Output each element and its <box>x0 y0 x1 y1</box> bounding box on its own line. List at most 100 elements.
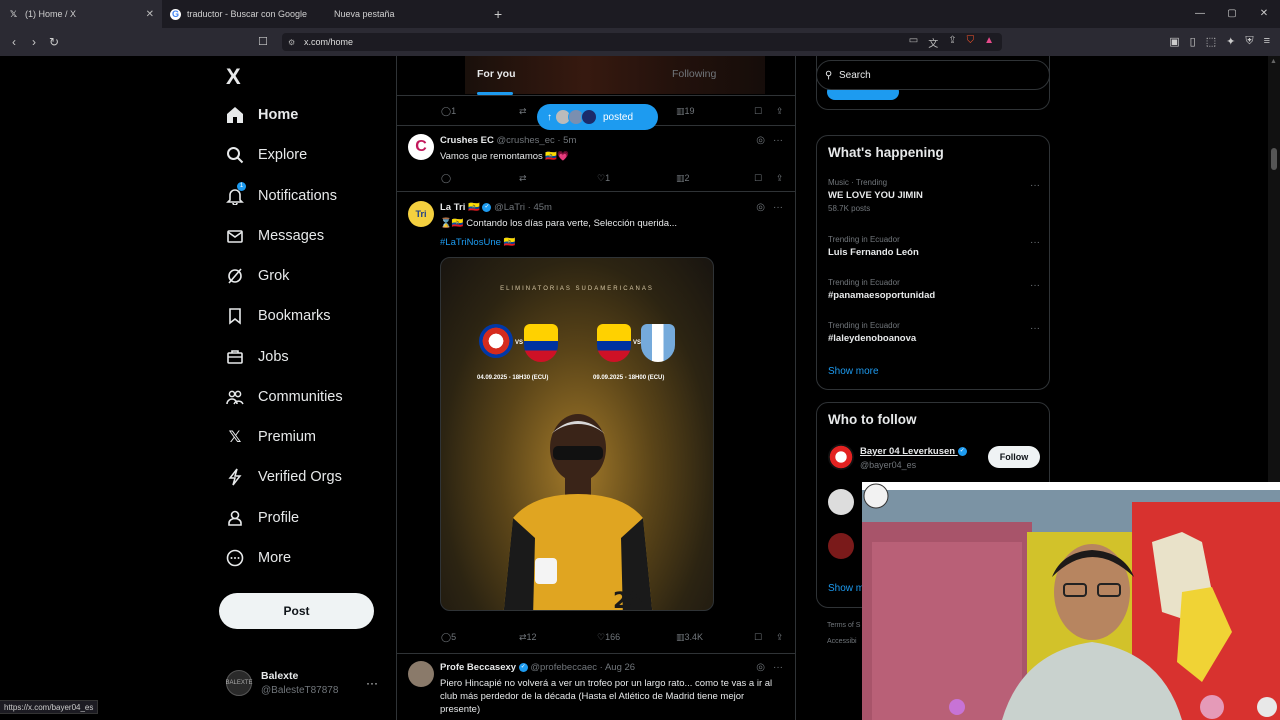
trend-item[interactable]: Trending in Ecuador #laleydenoboanova ··… <box>828 321 1040 344</box>
nav-more[interactable]: More <box>226 549 291 567</box>
translate-icon[interactable]: 文 <box>928 35 938 50</box>
nav-messages[interactable]: Messages <box>226 227 324 245</box>
more-dots-icon[interactable]: ··· <box>773 662 783 673</box>
nav-profile[interactable]: Profile <box>226 509 299 527</box>
share-icon[interactable]: ⇪ <box>776 173 784 184</box>
tweet-handle[interactable]: @profebeccaec <box>530 662 597 673</box>
tab-following[interactable]: Following <box>672 68 716 80</box>
tweet-time[interactable]: · 45m <box>528 202 552 213</box>
retweet-icon[interactable]: ⇄ <box>519 173 527 184</box>
grok-icon[interactable]: ◎ <box>756 202 765 213</box>
vpn-icon[interactable]: ⛨ <box>1245 35 1253 48</box>
views-icon[interactable]: ▥ 2 <box>676 173 690 184</box>
x-logo-icon[interactable]: X <box>226 64 241 90</box>
trend-item[interactable]: Trending in Ecuador Luis Fernando León ·… <box>828 235 1040 258</box>
tab-for-you[interactable]: For you <box>477 68 516 80</box>
brave-shield-icon[interactable]: ⛉ <box>967 35 975 50</box>
extensions-icon[interactable]: ⬚ <box>1206 35 1216 48</box>
follow-handle[interactable]: @bayer04_es <box>860 460 916 470</box>
follow-button[interactable]: Follow <box>988 446 1040 468</box>
close-window-button[interactable]: ✕ <box>1248 0 1280 28</box>
show-more-link[interactable]: Show more <box>828 366 879 377</box>
nav-jobs[interactable]: Jobs <box>226 348 289 366</box>
show-more-link[interactable]: Show m <box>828 583 864 594</box>
nav-grok[interactable]: Grok <box>226 267 289 285</box>
reply-icon[interactable]: ◯ 5 <box>441 632 456 643</box>
rewards-icon[interactable]: ▲ <box>984 35 994 50</box>
tweet-media-image[interactable]: ELIMINATORIAS SUDAMERICANAS VS VS 04.09.… <box>440 257 714 611</box>
bookmark-icon[interactable]: ☐ <box>754 632 762 643</box>
maximize-button[interactable]: ▢ <box>1216 0 1248 28</box>
views-icon[interactable]: ▥ 19 <box>676 106 695 117</box>
forward-icon[interactable]: › <box>24 35 44 49</box>
follow-name[interactable]: Bayer 04 Leverkusen ✓ <box>860 446 967 457</box>
avatar[interactable]: C <box>408 134 434 160</box>
wallet-icon[interactable]: ▣ <box>1169 35 1179 48</box>
install-icon[interactable]: ▭ <box>909 35 918 50</box>
scroll-up-icon[interactable]: ▲ <box>1270 58 1277 65</box>
more-dots-icon[interactable]: ··· <box>1030 280 1040 291</box>
tweet-handle[interactable]: @LaTri <box>494 202 525 213</box>
tweet-time[interactable]: · 5m <box>557 135 576 146</box>
url-field[interactable]: ⚙ x.com/home ▭ 文 ⇪ ⛉ ▲ <box>282 33 1002 51</box>
bookmark-icon[interactable]: ☐ <box>754 173 762 184</box>
avatar[interactable] <box>828 444 854 470</box>
tweet[interactable]: Tri La Tri 🇪🇨 ✓ @LaTri · 45m ◎ ··· ⌛🇪🇨 C… <box>397 193 795 654</box>
avatar[interactable] <box>408 661 434 687</box>
tweet-time[interactable]: · Aug 26 <box>600 662 635 673</box>
close-icon[interactable]: ✕ <box>146 9 154 20</box>
search-input[interactable]: ⚲ Search <box>816 60 1050 90</box>
hashtag-link[interactable]: #LaTriNosUne 🇪🇨 <box>440 237 515 248</box>
reload-icon[interactable]: ↻ <box>44 35 64 49</box>
more-dots-icon[interactable]: ··· <box>773 202 783 213</box>
avatar[interactable]: Tri <box>408 201 434 227</box>
nav-notifications[interactable]: 1 Notifications <box>226 182 337 205</box>
leo-icon[interactable]: ✦ <box>1226 35 1235 48</box>
new-posts-pill[interactable]: ↑ posted <box>537 104 658 130</box>
nav-explore[interactable]: Explore <box>226 146 307 164</box>
minimize-button[interactable]: — <box>1184 0 1216 28</box>
more-dots-icon[interactable]: ··· <box>1030 180 1040 191</box>
footer-accessibility-link[interactable]: Accessibi <box>827 638 857 645</box>
retweet-icon[interactable]: ⇄ 12 <box>519 632 537 643</box>
sidebar-icon[interactable]: ▯ <box>1190 35 1196 48</box>
new-tab-button[interactable]: + <box>486 6 510 22</box>
grok-icon[interactable]: ◎ <box>756 662 765 673</box>
more-dots-icon[interactable]: ··· <box>366 676 378 690</box>
reply-icon[interactable]: ◯ <box>441 173 451 184</box>
bookmark-icon[interactable]: ☐ <box>754 106 762 117</box>
trend-item[interactable]: Music · Trending WE LOVE YOU JIMIN 58.7K… <box>828 178 1040 213</box>
views-icon[interactable]: ▥ 3.4K <box>676 632 703 643</box>
more-dots-icon[interactable]: ··· <box>1030 323 1040 334</box>
grok-icon[interactable]: ◎ <box>756 135 765 146</box>
nav-verified-orgs[interactable]: Verified Orgs <box>226 468 342 486</box>
more-dots-icon[interactable]: ··· <box>1030 237 1040 248</box>
avatar[interactable] <box>828 489 854 515</box>
nav-communities[interactable]: Communities <box>226 388 343 406</box>
back-icon[interactable]: ‹ <box>4 35 24 49</box>
nav-premium[interactable]: 𝕏 Premium <box>226 428 316 446</box>
like-icon[interactable]: ♡ 166 <box>597 632 620 643</box>
nav-bookmarks[interactable]: Bookmarks <box>226 307 331 325</box>
tweet-author[interactable]: Crushes EC <box>440 135 494 146</box>
scrollbar-thumb[interactable] <box>1271 148 1277 170</box>
browser-tab-new[interactable]: Nueva pestaña <box>326 0 486 28</box>
share-icon[interactable]: ⇪ <box>776 106 784 117</box>
reply-icon[interactable]: ◯ 1 <box>441 106 456 117</box>
browser-tab-home[interactable]: 𝕏 (1) Home / X ✕ <box>0 0 162 28</box>
trend-item[interactable]: Trending in Ecuador #panamaesoportunidad… <box>828 278 1040 301</box>
site-info-icon[interactable]: ⚙ <box>288 38 295 47</box>
tweet[interactable]: C Crushes EC @crushes_ec · 5m ◎ ··· Vamo… <box>397 126 795 192</box>
nav-home[interactable]: Home <box>226 106 298 124</box>
avatar[interactable] <box>828 533 854 559</box>
account-switcher[interactable]: BALEXTE Balexte @BalesteT87878 ··· <box>226 668 386 698</box>
post-button[interactable]: Post <box>219 593 374 629</box>
browser-tab-translator[interactable]: G traductor - Buscar con Google <box>162 0 326 28</box>
retweet-icon[interactable]: ⇄ <box>519 106 527 117</box>
more-dots-icon[interactable]: ··· <box>773 135 783 146</box>
like-icon[interactable]: ♡ 1 <box>597 173 610 184</box>
tweet-handle[interactable]: @crushes_ec <box>497 135 555 146</box>
tweet-author[interactable]: Profe Beccasexy <box>440 662 516 673</box>
bookmark-page-icon[interactable]: ☐ <box>258 35 268 48</box>
share-icon[interactable]: ⇪ <box>776 632 784 643</box>
